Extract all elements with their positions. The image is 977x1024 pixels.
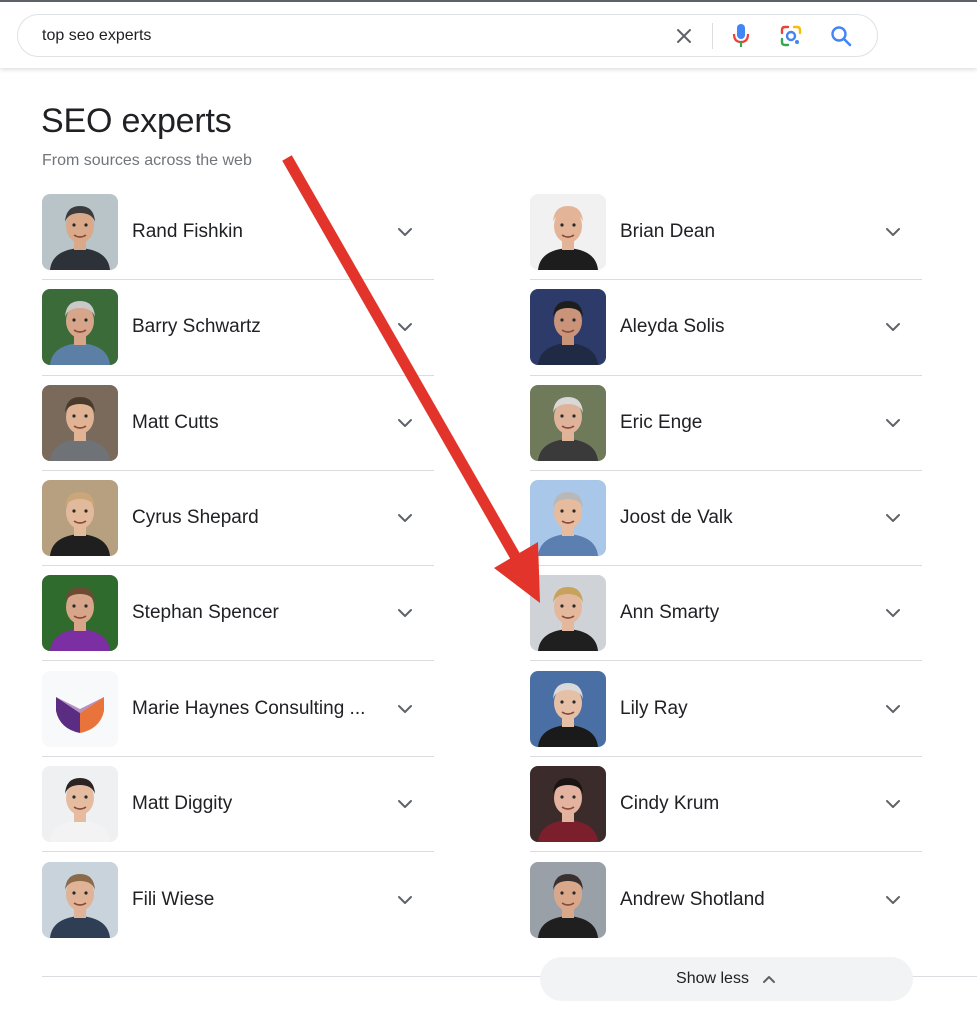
expert-row[interactable]: Andrew Shotland (530, 852, 922, 947)
expert-photo (42, 289, 118, 366)
chevron-down-icon[interactable] (396, 319, 414, 335)
expert-name: Matt Cutts (132, 411, 219, 433)
expert-name: Ann Smarty (620, 602, 720, 624)
chevron-down-icon[interactable] (884, 605, 902, 621)
chevron-down-icon[interactable] (396, 701, 414, 717)
experts-column-left: Rand Fishkin Barry Schwartz Matt Cutts Cyru… (42, 185, 434, 947)
expert-name: Rand Fishkin (132, 221, 243, 243)
search-divider (712, 23, 713, 49)
expert-photo (530, 670, 606, 747)
expert-row[interactable]: Cindy Krum (530, 757, 922, 853)
expert-row[interactable]: Fili Wiese (42, 852, 434, 947)
expert-photo (42, 575, 118, 652)
chevron-down-icon[interactable] (884, 415, 902, 431)
mic-icon[interactable] (727, 22, 755, 50)
search-header: top seo experts (0, 2, 977, 68)
show-less-label: Show less (676, 970, 749, 987)
chevron-down-icon[interactable] (884, 319, 902, 335)
expert-photo (42, 480, 118, 557)
expert-name: Brian Dean (620, 221, 716, 243)
expert-name: Cyrus Shepard (132, 507, 259, 529)
expert-photo (530, 861, 606, 938)
expert-row[interactable]: Cyrus Shepard (42, 471, 434, 567)
expert-row[interactable]: Stephan Spencer (42, 566, 434, 662)
expert-name: Lily Ray (620, 697, 688, 719)
expert-name: Matt Diggity (132, 792, 233, 814)
expert-name: Aleyda Solis (620, 316, 725, 338)
expert-name: Fili Wiese (132, 888, 215, 910)
chevron-down-icon[interactable] (884, 796, 902, 812)
expert-row[interactable]: Rand Fishkin (42, 185, 434, 281)
chevron-down-icon[interactable] (884, 224, 902, 240)
chevron-down-icon[interactable] (884, 510, 902, 526)
expert-name: Andrew Shotland (620, 888, 765, 910)
expert-row[interactable]: Lily Ray (530, 661, 922, 757)
lens-icon[interactable] (777, 22, 805, 50)
expert-photo (530, 575, 606, 652)
section-subtitle: From sources across the web (42, 152, 252, 169)
expert-row[interactable]: Matt Diggity (42, 757, 434, 853)
expert-name: Eric Enge (620, 411, 703, 433)
expert-row[interactable]: Barry Schwartz (42, 280, 434, 376)
expert-name: Cindy Krum (620, 792, 720, 814)
expert-name: Barry Schwartz (132, 316, 261, 338)
expert-photo (42, 765, 118, 842)
expert-photo (42, 384, 118, 461)
show-less-button[interactable]: Show less (540, 957, 913, 1001)
search-icon[interactable] (827, 22, 855, 50)
chevron-down-icon[interactable] (396, 415, 414, 431)
company-logo (42, 670, 118, 747)
chevron-down-icon[interactable] (396, 224, 414, 240)
chevron-down-icon[interactable] (396, 510, 414, 526)
chevron-down-icon[interactable] (396, 796, 414, 812)
expert-row[interactable]: Joost de Valk (530, 471, 922, 567)
search-box[interactable]: top seo experts (17, 14, 878, 57)
expert-photo (42, 861, 118, 938)
chevron-up-icon (762, 976, 775, 983)
expert-photo (530, 384, 606, 461)
expert-photo (530, 765, 606, 842)
expert-row[interactable]: Eric Enge (530, 376, 922, 471)
chevron-down-icon[interactable] (884, 892, 902, 908)
chevron-down-icon[interactable] (396, 892, 414, 908)
expert-row[interactable]: Aleyda Solis (530, 280, 922, 376)
expert-name: Marie Haynes Consulting ... (132, 697, 366, 719)
expert-row[interactable]: Brian Dean (530, 185, 922, 281)
search-actions (670, 22, 855, 50)
chevron-down-icon[interactable] (396, 605, 414, 621)
experts-column-right: Brian Dean Aleyda Solis Eric Enge Joost de … (530, 185, 922, 947)
search-input[interactable]: top seo experts (42, 27, 151, 45)
expert-photo (42, 194, 118, 271)
chevron-down-icon[interactable] (884, 701, 902, 717)
expert-name: Joost de Valk (620, 507, 733, 529)
expert-name: Stephan Spencer (132, 602, 279, 624)
expert-photo (530, 289, 606, 366)
expert-row[interactable]: Ann Smarty (530, 566, 922, 662)
expert-photo (530, 480, 606, 557)
section-title: SEO experts (41, 102, 232, 140)
close-icon[interactable] (670, 22, 698, 50)
expert-photo (530, 194, 606, 271)
expert-row[interactable]: Matt Cutts (42, 376, 434, 471)
expert-row[interactable]: Marie Haynes Consulting ... (42, 661, 434, 757)
